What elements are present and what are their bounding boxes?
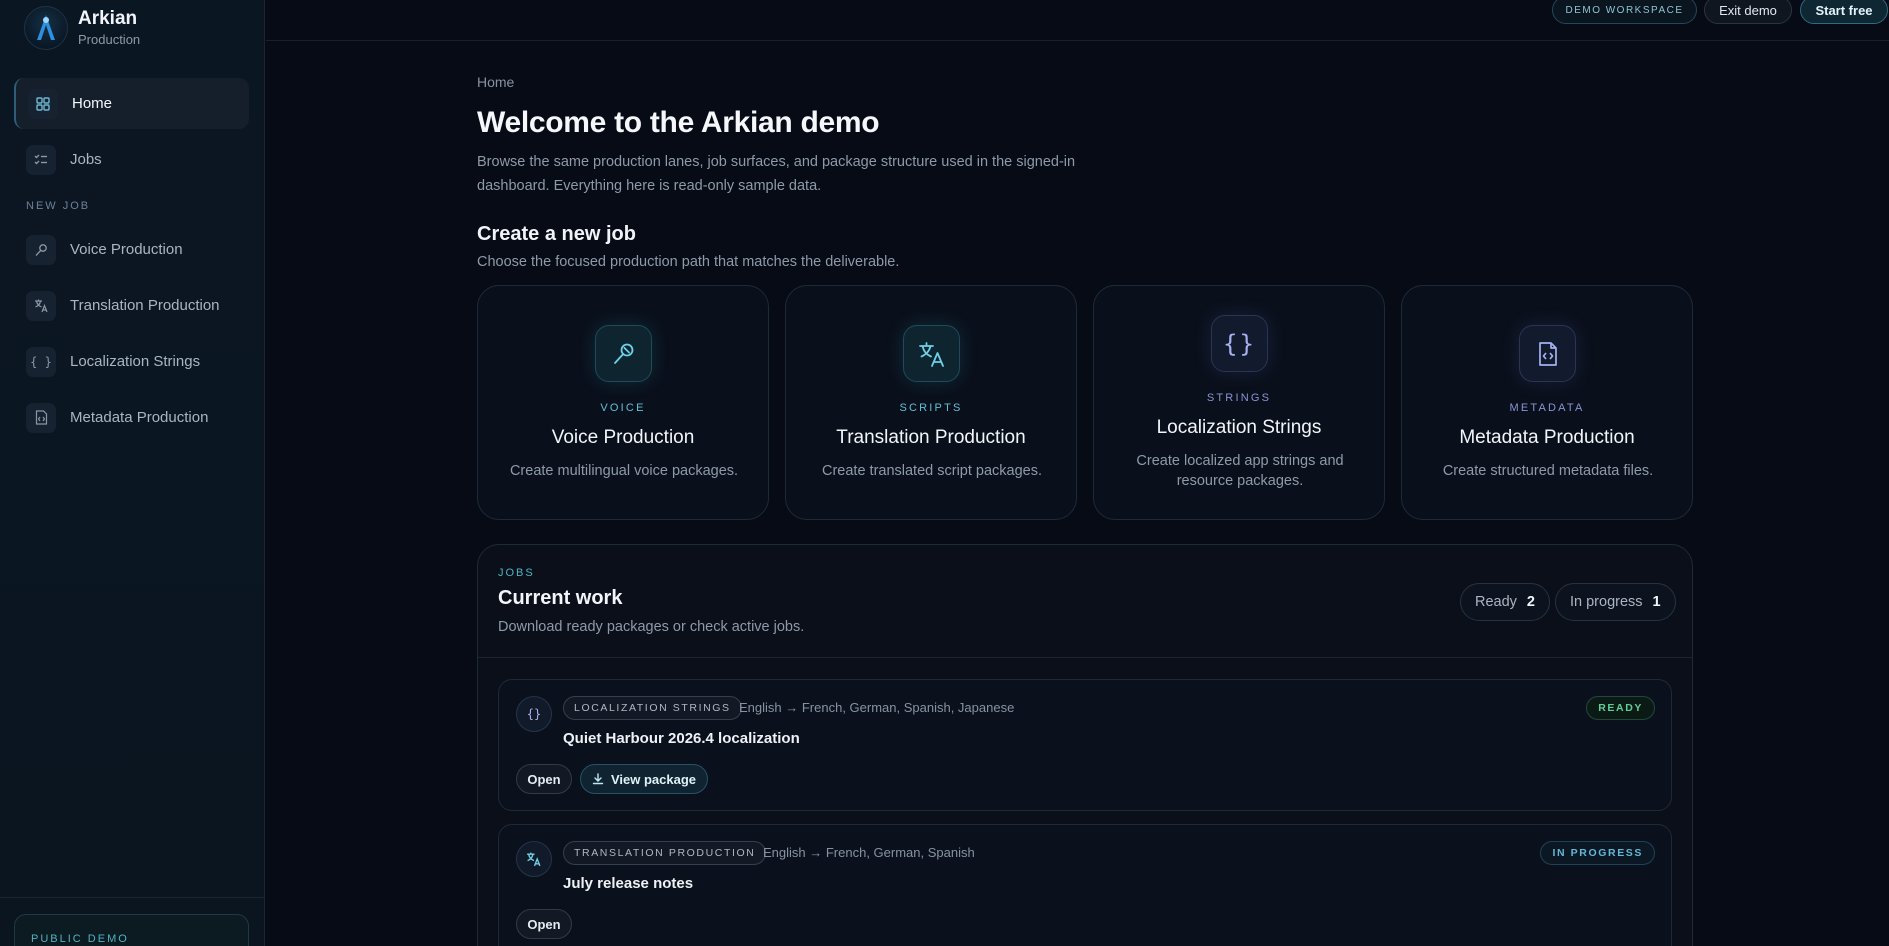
job-type-badge: TRANSLATION PRODUCTION	[563, 841, 767, 865]
status-badge: READY	[1586, 696, 1655, 720]
card-description: Create structured metadata files.	[1442, 463, 1654, 479]
card-title: Translation Production	[836, 427, 1026, 448]
card-kicker: VOICE	[600, 402, 646, 414]
translate-icon	[516, 841, 552, 877]
card-description: Create localized app strings and resourc…	[1136, 453, 1344, 489]
braces-icon: { }	[26, 346, 56, 377]
card-voice-production[interactable]: VOICE Voice Production Create multilingu…	[477, 285, 769, 520]
translate-icon	[903, 325, 960, 382]
microphone-icon	[26, 234, 56, 265]
translate-icon	[26, 290, 56, 321]
job-languages: English → French, German, Spanish, Japan…	[739, 700, 1015, 715]
sidebar-item-voice-production[interactable]: Voice Production	[14, 224, 249, 275]
ready-label: Ready	[1475, 594, 1517, 610]
file-code-icon	[26, 402, 56, 433]
card-description: Create multilingual voice packages.	[509, 463, 739, 479]
card-localization-strings[interactable]: {} STRINGS Localization Strings Create l…	[1093, 285, 1385, 520]
view-package-button[interactable]: View package	[580, 764, 708, 794]
sidebar-item-localization-strings[interactable]: { } Localization Strings	[14, 336, 249, 387]
create-job-title: Create a new job	[477, 223, 636, 245]
braces-icon: {}	[1211, 315, 1268, 372]
job-row[interactable]: TRANSLATION PRODUCTION English → French,…	[498, 824, 1672, 946]
page-title: Welcome to the Arkian demo	[477, 106, 880, 139]
card-kicker: STRINGS	[1206, 392, 1272, 404]
jobs-kicker: JOBS	[498, 567, 535, 579]
ready-count: 2	[1526, 594, 1535, 610]
breadcrumb[interactable]: Home	[477, 74, 514, 90]
sidebar-item-label: Localization Strings	[70, 353, 201, 370]
status-badge: IN PROGRESS	[1540, 841, 1655, 865]
sidebar: Arkian Production Home Jobs NEW JOB Voic…	[0, 0, 265, 946]
job-type-cards: VOICE Voice Production Create multilingu…	[477, 285, 1693, 520]
sidebar-nav: Home Jobs NEW JOB Voice Production Trans…	[14, 78, 249, 448]
page-description: Browse the same production lanes, job su…	[477, 154, 1076, 194]
brand-subtitle: Production	[78, 32, 141, 47]
sidebar-item-label: Voice Production	[70, 241, 183, 258]
brand[interactable]: Arkian Production	[24, 6, 140, 50]
file-code-icon	[1519, 325, 1576, 382]
demo-workspace-badge: DEMO WORKSPACE	[1552, 0, 1697, 24]
current-work-panel: JOBS Current work Download ready package…	[477, 544, 1693, 946]
sidebar-item-translation-production[interactable]: Translation Production	[14, 280, 249, 331]
grid-icon	[28, 88, 58, 119]
job-languages: English → French, German, Spanish	[763, 845, 975, 860]
jobs-description: Download ready packages or check active …	[498, 619, 805, 635]
sidebar-item-jobs[interactable]: Jobs	[14, 134, 249, 185]
card-title: Localization Strings	[1156, 417, 1322, 438]
public-demo-card: PUBLIC DEMO	[14, 914, 249, 946]
card-description: Create translated script packages.	[821, 463, 1043, 479]
microphone-icon	[595, 325, 652, 382]
in-progress-count-badge[interactable]: In progress 1	[1555, 583, 1676, 621]
in-progress-label: In progress	[1570, 594, 1643, 610]
sidebar-item-label: Jobs	[70, 151, 102, 168]
card-translation-production[interactable]: SCRIPTS Translation Production Create tr…	[785, 285, 1077, 520]
sidebar-item-metadata-production[interactable]: Metadata Production	[14, 392, 249, 443]
open-job-button[interactable]: Open	[516, 764, 572, 794]
card-metadata-production[interactable]: METADATA Metadata Production Create stru…	[1401, 285, 1693, 520]
create-job-description: Choose the focused production path that …	[477, 254, 900, 270]
checklist-icon	[26, 144, 56, 175]
open-job-button[interactable]: Open	[516, 909, 572, 939]
sidebar-item-home[interactable]: Home	[14, 78, 249, 129]
jobs-title: Current work	[498, 587, 623, 609]
arkian-logo-icon	[24, 6, 68, 50]
exit-demo-button[interactable]: Exit demo	[1704, 0, 1792, 24]
card-title: Metadata Production	[1459, 427, 1635, 448]
start-free-button[interactable]: Start free	[1800, 0, 1888, 24]
download-icon	[592, 773, 604, 785]
job-type-badge: LOCALIZATION STRINGS	[563, 696, 742, 720]
sidebar-item-label: Metadata Production	[70, 409, 209, 426]
sidebar-item-label: Translation Production	[70, 297, 220, 314]
card-kicker: METADATA	[1509, 402, 1585, 414]
card-title: Voice Production	[551, 427, 695, 448]
sidebar-divider	[0, 897, 265, 898]
view-package-label: View package	[610, 771, 697, 787]
ready-count-badge[interactable]: Ready 2	[1460, 583, 1550, 621]
job-name: July release notes	[563, 875, 694, 892]
brand-name: Arkian	[78, 8, 138, 29]
in-progress-count: 1	[1652, 594, 1661, 610]
job-row[interactable]: {} LOCALIZATION STRINGS English → French…	[498, 679, 1672, 811]
braces-icon: {}	[516, 696, 552, 732]
public-demo-label: PUBLIC DEMO	[31, 933, 129, 945]
topbar: DEMO WORKSPACE Exit demo Start free	[266, 0, 1889, 41]
job-name: Quiet Harbour 2026.4 localization	[563, 730, 800, 747]
jobs-divider	[478, 657, 1692, 658]
card-kicker: SCRIPTS	[899, 402, 963, 414]
new-job-section-label: NEW JOB	[26, 200, 91, 212]
sidebar-item-label: Home	[72, 95, 113, 112]
